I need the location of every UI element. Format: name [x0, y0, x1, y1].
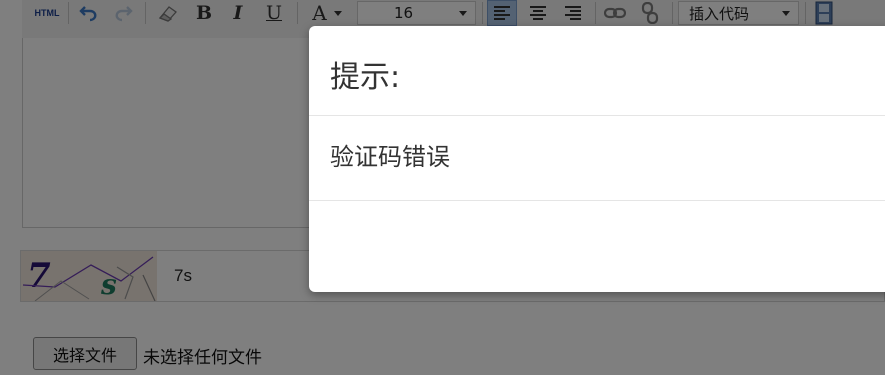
- alert-dialog: 提示: 验证码错误: [309, 26, 885, 292]
- dialog-header: 提示:: [309, 26, 885, 116]
- dialog-body: 验证码错误: [309, 116, 885, 201]
- dialog-footer: [309, 201, 885, 292]
- dialog-message: 验证码错误: [330, 143, 450, 171]
- dialog-title: 提示:: [330, 60, 401, 95]
